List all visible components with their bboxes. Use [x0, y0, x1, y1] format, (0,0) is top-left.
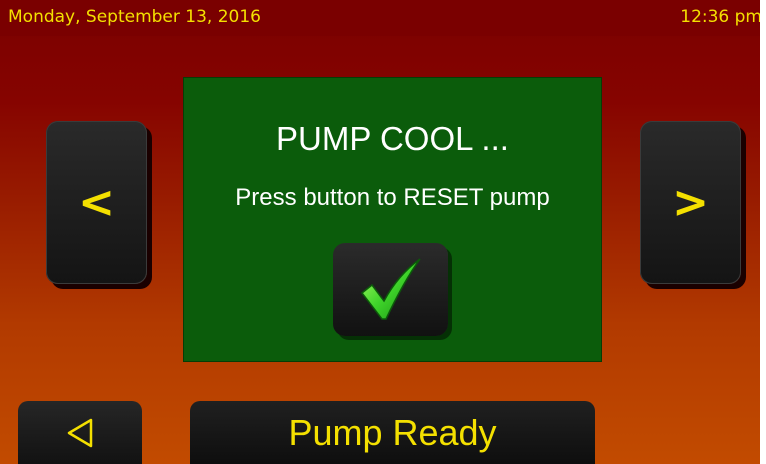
pump-status-text: Pump Ready [288, 411, 497, 453]
alert-panel: PUMP COOL ... Press button to RESET pump [184, 78, 601, 361]
next-label: > [672, 176, 709, 228]
date-display: Monday, September 13, 2016 [8, 7, 261, 27]
previous-button[interactable]: < [46, 121, 147, 284]
alert-title: PUMP COOL ... [276, 120, 509, 157]
time-display: 12:36 pm [680, 7, 760, 27]
status-bar: Monday, September 13, 2016 12:36 pm [0, 0, 760, 36]
checkmark-icon [360, 257, 421, 320]
alert-message: Press button to RESET pump [235, 184, 550, 211]
next-button[interactable]: > [640, 121, 741, 284]
previous-label: < [78, 176, 115, 228]
confirm-reset-button[interactable] [333, 243, 448, 336]
pump-status-display: Pump Ready [190, 401, 595, 464]
back-triangle-icon [67, 418, 93, 447]
back-button[interactable] [18, 401, 142, 464]
hmi-screen: Monday, September 13, 2016 12:36 pm < PU… [0, 0, 760, 464]
